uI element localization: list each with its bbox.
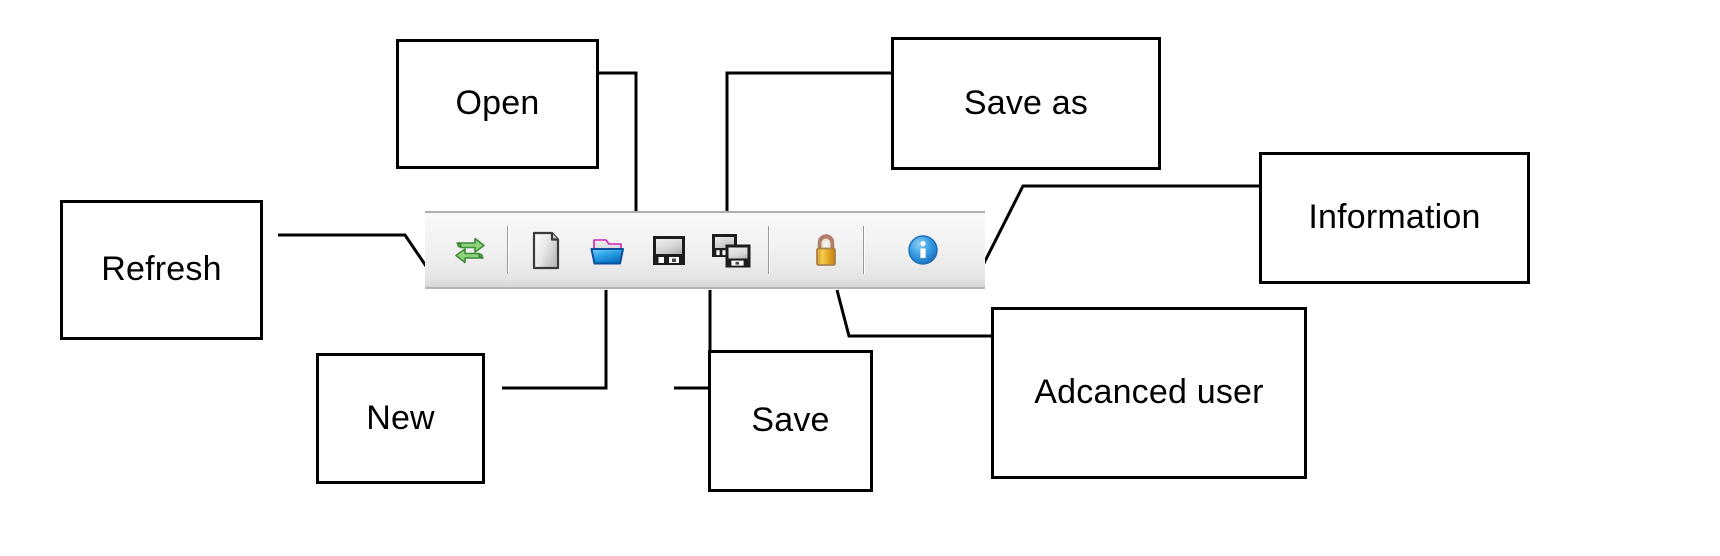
leader-line-information [975,178,1270,278]
toolbar-separator [863,226,864,274]
new-document-icon [522,227,568,273]
toolbar-button-new[interactable] [514,219,576,281]
callout-box-refresh: Refresh [60,200,263,340]
info-icon [900,227,946,273]
leader-line-advanced-user [833,288,993,348]
callout-box-save-as: Save as [891,37,1161,170]
toolbar-button-advanced-user[interactable] [795,219,857,281]
save-floppy-icon [646,227,692,273]
callout-box-new: New [316,353,485,484]
toolbar-separator [507,226,508,274]
callout-label-save-as: Save as [963,83,1089,122]
callout-box-advanced-user: Adcanced user [991,307,1307,479]
callout-label-save: Save [751,401,830,440]
callout-box-open: Open [396,39,599,169]
leader-line-save-as [725,70,900,220]
toolbar-button-save-as[interactable] [700,219,762,281]
toolbar-button-information[interactable] [892,219,954,281]
callout-label-open: Open [455,84,540,123]
toolbar-button-open[interactable] [576,219,638,281]
callout-box-information: Information [1259,152,1530,284]
leader-line-refresh [260,225,440,280]
toolbar [425,211,985,289]
leader-line-new [500,288,620,393]
callout-box-save: Save [708,350,873,492]
callout-label-new: New [366,398,435,437]
callout-label-advanced-user: Adcanced user [1034,373,1264,412]
toolbar-separator [768,226,769,274]
annotated-toolbar-diagram: Refresh Open Save as Information New Sav… [0,0,1720,556]
callout-label-information: Information [1308,198,1481,237]
open-folder-icon [584,227,630,273]
refresh-icon [447,227,493,273]
save-as-icon [708,227,754,273]
lock-icon [803,227,849,273]
toolbar-button-save[interactable] [638,219,700,281]
callout-label-refresh: Refresh [101,250,222,289]
toolbar-button-refresh[interactable] [439,219,501,281]
leader-line-open [596,70,666,220]
